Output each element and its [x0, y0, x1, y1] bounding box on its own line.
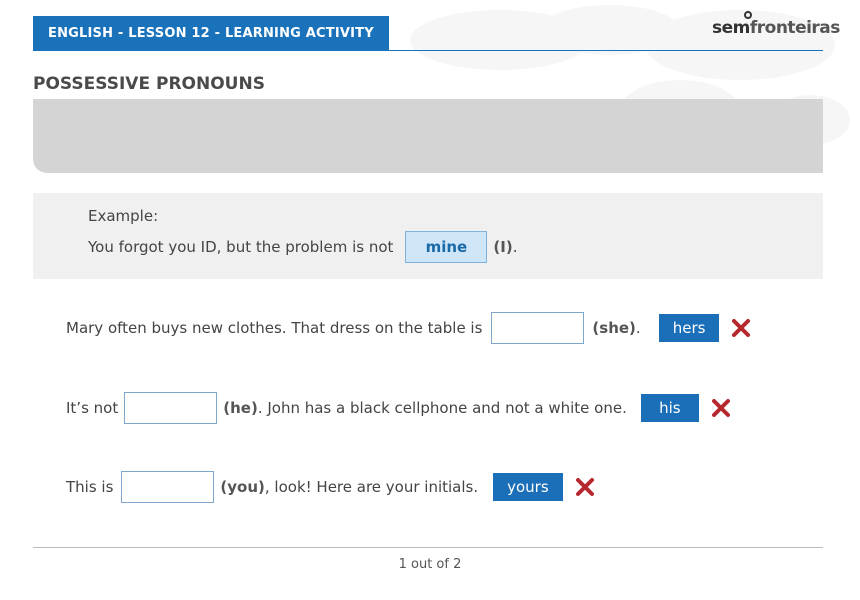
- page-indicator: 1 out of 2: [398, 557, 462, 572]
- example-sentence: You forgot you ID, but the problem is no…: [88, 231, 517, 263]
- page-title: POSSESSIVE PRONOUNS: [33, 74, 265, 94]
- question-3-answer-button[interactable]: yours: [493, 473, 563, 501]
- question-1-answer-button[interactable]: hers: [658, 314, 720, 342]
- question-2-text-after: . John has a black cellphone and not a w…: [257, 399, 627, 417]
- wrong-x-icon: [711, 399, 730, 417]
- question-1-text-after: .: [635, 319, 641, 337]
- question-2-text-before: It’s not: [66, 399, 119, 417]
- question-2-answer-button[interactable]: his: [640, 394, 699, 422]
- instructions-panel: [33, 99, 823, 173]
- question-2-answer-input[interactable]: [124, 392, 218, 424]
- question-3-hint: (you): [220, 478, 265, 496]
- wrong-x-icon: [575, 478, 594, 496]
- lesson-header-tab: ENGLISH - LESSON 12 - LEARNING ACTIVITY: [33, 16, 389, 51]
- logo-text-sem: sem: [712, 18, 750, 38]
- question-1-answer-input[interactable]: [491, 312, 585, 344]
- question-1-hint: (she): [592, 319, 636, 337]
- example-label: Example:: [88, 207, 159, 225]
- question-2-hint: (he): [223, 399, 258, 417]
- question-1-text-before: Mary often buys new clothes. That dress …: [66, 319, 483, 337]
- example-answer-box: mine: [405, 231, 488, 263]
- example-period: .: [512, 238, 518, 256]
- question-3-text-before: This is: [66, 478, 114, 496]
- example-sentence-text: You forgot you ID, but the problem is no…: [88, 238, 394, 256]
- header-divider: [33, 50, 823, 51]
- question-row-3: This is (you) , look! Here are your init…: [66, 471, 595, 503]
- example-hint: (I): [493, 238, 513, 256]
- question-3-text-after: , look! Here are your initials.: [264, 478, 479, 496]
- brand-logo: semfronteiras: [712, 18, 840, 38]
- logo-text-fronteiras: fronteiras: [749, 18, 841, 38]
- question-3-answer-input[interactable]: [121, 471, 215, 503]
- question-row-2: It’s not (he) . John has a black cellpho…: [66, 392, 731, 424]
- wrong-x-icon: [732, 319, 751, 337]
- lesson-title: ENGLISH - LESSON 12 - LEARNING ACTIVITY: [48, 26, 374, 41]
- question-row-1: Mary often buys new clothes. That dress …: [66, 312, 751, 344]
- footer-divider: [33, 547, 823, 548]
